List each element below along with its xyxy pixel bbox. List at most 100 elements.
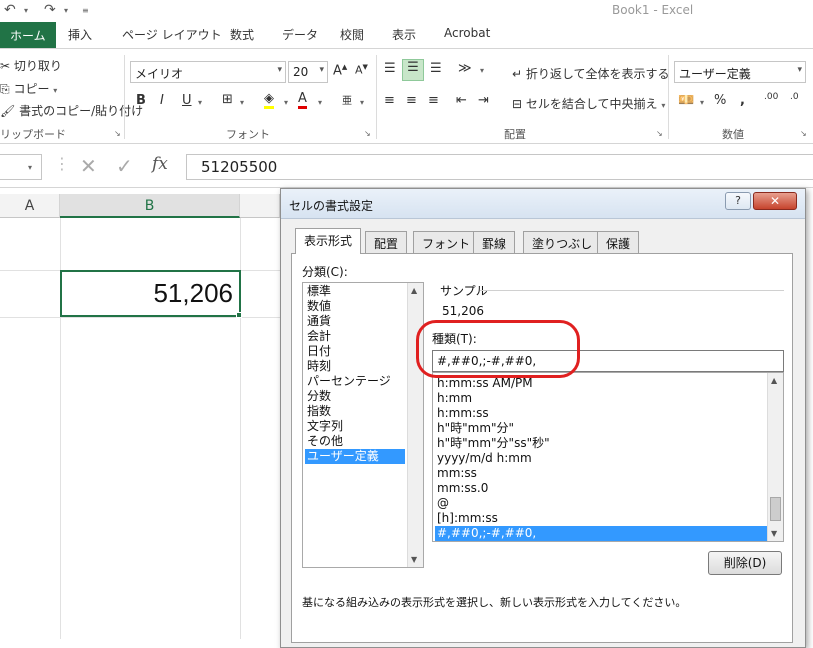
wrap-text-button[interactable]: ↵ 折り返して全体を表示する	[512, 65, 670, 82]
increase-decimal-icon[interactable]: .00	[764, 92, 778, 102]
cancel-icon[interactable]: ✕	[80, 154, 97, 178]
category-list[interactable]: 標準 数値 通貨 会計 日付 時刻 パーセンテージ 分数 指数 文字列 その他 …	[302, 282, 424, 568]
font-name-combo[interactable]: メイリオ ▾	[130, 61, 286, 83]
number-format-combo[interactable]: ユーザー定義 ▾	[674, 61, 806, 83]
tab-formulas[interactable]: 数式	[230, 26, 254, 43]
format-painter-button[interactable]: 🖌 書式のコピー/貼り付け	[0, 102, 143, 119]
tab-data[interactable]: データ	[282, 26, 318, 43]
category-item[interactable]: 数値	[305, 299, 405, 314]
italic-button[interactable]: I	[160, 93, 164, 108]
category-item-selected[interactable]: ユーザー定義	[305, 449, 405, 464]
phonetic-icon[interactable]: 亜	[342, 92, 352, 107]
tab-number-format[interactable]: 表示形式	[295, 228, 362, 254]
border-icon[interactable]: ⊞	[222, 92, 233, 107]
orientation-dropdown-icon[interactable]: ▾	[480, 66, 484, 75]
tab-font[interactable]: フォント	[413, 231, 480, 253]
category-item[interactable]: 通貨	[305, 314, 405, 329]
format-list[interactable]: h:mm:ss AM/PM h:mm h:mm:ss h"時"mm"分" h"時…	[432, 372, 784, 542]
alignment-launcher-icon[interactable]: ↘	[656, 129, 663, 138]
enter-icon[interactable]: ✓	[116, 154, 133, 178]
scroll-up-icon[interactable]: ▲	[411, 286, 417, 295]
fill-color-icon[interactable]: ◈	[264, 91, 274, 109]
copy-button[interactable]: ⎘ コピー ▾	[0, 80, 57, 97]
scroll-down-icon[interactable]: ▼	[771, 529, 777, 538]
align-right-icon[interactable]: ≡	[428, 93, 439, 108]
format-item[interactable]: h:mm:ss AM/PM	[435, 376, 767, 391]
currency-icon[interactable]: 💴	[678, 93, 694, 108]
cut-button[interactable]: ✂ 切り取り	[0, 57, 62, 74]
decrease-indent-icon[interactable]: ⇤	[456, 93, 467, 108]
category-item[interactable]: 会計	[305, 329, 405, 344]
font-launcher-icon[interactable]: ↘	[364, 129, 371, 138]
insert-function-icon[interactable]: fx	[152, 154, 168, 174]
tab-acrobat[interactable]: Acrobat	[444, 26, 490, 40]
comma-button[interactable]: ,	[740, 93, 745, 108]
scroll-up-icon[interactable]: ▲	[771, 376, 777, 385]
format-scrollbar[interactable]: ▲ ▼	[767, 373, 783, 541]
currency-dropdown-icon[interactable]: ▾	[700, 98, 704, 107]
category-item[interactable]: 日付	[305, 344, 405, 359]
font-color-icon[interactable]: A	[298, 91, 307, 109]
format-item-selected[interactable]: #,##0,;-#,##0,	[435, 526, 767, 541]
format-item[interactable]: [h]:mm:ss	[435, 511, 767, 526]
customize-qat-icon[interactable]: ≡	[82, 6, 89, 15]
undo-icon[interactable]: ↶	[4, 2, 16, 18]
align-middle-icon[interactable]: ☰	[402, 59, 424, 81]
category-item[interactable]: 時刻	[305, 359, 405, 374]
font-size-combo[interactable]: 20 ▾	[288, 61, 328, 83]
tab-fill[interactable]: 塗りつぶし	[523, 231, 602, 253]
percent-button[interactable]: %	[714, 93, 726, 108]
redo-icon[interactable]: ↷	[44, 2, 56, 18]
dialog-title-bar[interactable]: セルの書式設定 ? ✕	[281, 189, 805, 219]
underline-button[interactable]: U	[182, 93, 192, 108]
category-item[interactable]: パーセンテージ	[305, 374, 405, 389]
tab-border[interactable]: 罫線	[473, 231, 516, 253]
grow-font-icon[interactable]: A▲	[333, 63, 347, 78]
underline-dropdown-icon[interactable]: ▾	[198, 98, 202, 107]
format-item[interactable]: mm:ss.0	[435, 481, 767, 496]
format-item[interactable]: h"時"mm"分"	[435, 421, 767, 436]
merge-center-button[interactable]: ⊟ セルを結合して中央揃え ▾	[512, 95, 665, 112]
redo-dropdown-icon[interactable]: ▾	[64, 6, 68, 15]
number-launcher-icon[interactable]: ↘	[800, 129, 807, 138]
column-header-b[interactable]: B	[60, 194, 240, 218]
fill-color-dropdown-icon[interactable]: ▾	[284, 98, 288, 107]
column-header-a[interactable]: A	[0, 194, 60, 218]
format-item[interactable]: h"時"mm"分"ss"秒"	[435, 436, 767, 451]
border-dropdown-icon[interactable]: ▾	[240, 98, 244, 107]
category-item[interactable]: 指数	[305, 404, 405, 419]
category-item[interactable]: 標準	[305, 284, 405, 299]
align-center-icon[interactable]: ≡	[406, 93, 417, 108]
increase-indent-icon[interactable]: ⇥	[478, 93, 489, 108]
category-item[interactable]: 分数	[305, 389, 405, 404]
align-bottom-icon[interactable]: ☰	[430, 61, 442, 76]
category-item[interactable]: その他	[305, 434, 405, 449]
merge-dropdown-icon[interactable]: ▾	[661, 101, 665, 110]
format-item[interactable]: h:mm	[435, 391, 767, 406]
close-button[interactable]: ✕	[753, 192, 797, 210]
column-header-c[interactable]	[240, 194, 280, 218]
fill-handle[interactable]	[236, 312, 242, 318]
shrink-font-icon[interactable]: A▼	[355, 63, 368, 77]
format-item[interactable]: yyyy/m/d h:mm	[435, 451, 767, 466]
copy-dropdown-icon[interactable]: ▾	[53, 86, 57, 95]
tab-alignment[interactable]: 配置	[365, 231, 408, 253]
scroll-down-icon[interactable]: ▼	[411, 555, 417, 564]
selected-cell-b[interactable]: 51,206	[60, 270, 241, 317]
scroll-thumb[interactable]	[770, 497, 781, 521]
delete-button[interactable]: 削除(D)	[708, 551, 782, 575]
tab-view[interactable]: 表示	[392, 26, 416, 43]
format-item[interactable]: @	[435, 496, 767, 511]
align-left-icon[interactable]: ≡	[384, 93, 395, 108]
orientation-icon[interactable]: ≫	[458, 61, 472, 76]
formula-input[interactable]: 51205500	[186, 154, 813, 180]
name-box[interactable]: ▾	[0, 154, 42, 180]
tab-insert[interactable]: 挿入	[68, 26, 92, 43]
phonetic-dropdown-icon[interactable]: ▾	[360, 98, 364, 107]
category-item[interactable]: 文字列	[305, 419, 405, 434]
bold-button[interactable]: B	[136, 93, 146, 108]
undo-dropdown-icon[interactable]: ▾	[24, 6, 28, 15]
align-top-icon[interactable]: ☰	[384, 61, 396, 76]
format-item[interactable]: mm:ss	[435, 466, 767, 481]
help-button[interactable]: ?	[725, 192, 751, 210]
